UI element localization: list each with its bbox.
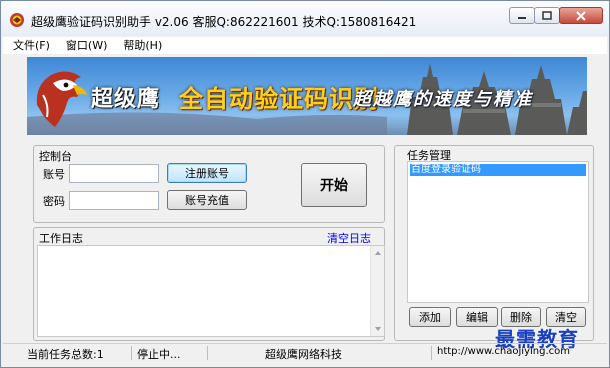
account-input[interactable]: [69, 164, 159, 183]
close-icon: [576, 10, 586, 21]
scroll-down-arrow-icon: [375, 327, 381, 331]
maximize-icon: [542, 11, 552, 20]
banner-headline: 全自动验证码识别: [179, 85, 379, 113]
main-window: 超级鹰验证码识别助手 v2.06 客服Q:862221601 技术Q:15808…: [0, 0, 610, 368]
work-log-area[interactable]: [37, 245, 385, 337]
scroll-up-arrow-icon: [375, 251, 381, 255]
banner-brand: 超级鹰: [91, 87, 161, 112]
status-separator: [207, 346, 208, 360]
status-total-tasks: 当前任务总数:1: [27, 348, 104, 361]
password-label: 密码: [43, 195, 65, 208]
work-log-title: 工作日志: [39, 232, 83, 245]
window-controls: [509, 7, 603, 24]
close-button[interactable]: [559, 7, 603, 24]
status-bar: 当前任务总数:1 停止中... 超级鹰网络科技 http://www.chaoj…: [3, 343, 607, 362]
task-list[interactable]: 百度登录验证码: [407, 161, 589, 303]
account-label: 账号: [43, 168, 65, 181]
task-item[interactable]: 百度登录验证码: [409, 163, 587, 177]
status-state: 停止中...: [137, 348, 181, 361]
menu-window[interactable]: 窗口(W): [58, 37, 115, 54]
banner-slogan: 超越鹰的速度与精准: [353, 89, 533, 110]
menu-help[interactable]: 帮助(H): [115, 37, 170, 54]
menu-bar: 文件(F) 窗口(W) 帮助(H): [3, 37, 607, 54]
banner: 超级鹰 全自动验证码识别 超越鹰的速度与精准: [27, 57, 587, 135]
maximize-button[interactable]: [534, 7, 560, 24]
add-task-button[interactable]: 添加: [409, 307, 451, 327]
eagle-logo-icon: [10, 13, 24, 27]
edit-task-button[interactable]: 编辑: [456, 307, 498, 327]
password-input[interactable]: [69, 191, 159, 210]
minimize-button[interactable]: [509, 7, 535, 24]
status-separator: [131, 346, 132, 360]
clear-log-link[interactable]: 清空日志: [327, 230, 371, 246]
status-company: 超级鹰网络科技: [265, 348, 342, 361]
recharge-account-button[interactable]: 账号充值: [167, 190, 247, 210]
control-panel-title: 控制台: [39, 150, 72, 163]
register-account-button[interactable]: 注册账号: [167, 163, 247, 183]
window-title: 超级鹰验证码识别助手 v2.06 客服Q:862221601 技术Q:15808…: [31, 15, 417, 29]
minimize-icon: [518, 16, 526, 19]
status-url: http://www.chaojiying.com: [437, 346, 570, 357]
log-scrollbar[interactable]: [370, 246, 384, 336]
status-separator: [431, 346, 432, 360]
title-bar: 超级鹰验证码识别助手 v2.06 客服Q:862221601 技术Q:15808…: [1, 1, 609, 36]
start-button[interactable]: 开始: [301, 163, 367, 207]
menu-file[interactable]: 文件(F): [3, 37, 58, 54]
